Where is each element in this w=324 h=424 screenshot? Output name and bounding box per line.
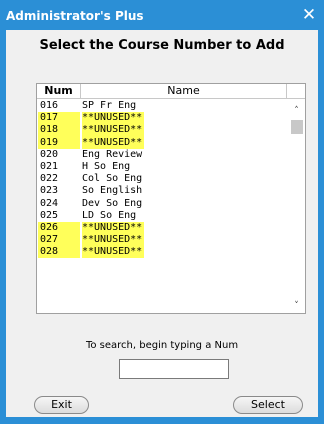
course-name: So English [82, 185, 143, 197]
window-title: Administrator's Plus [6, 9, 144, 23]
dialog-window: Administrator's Plus ✕ Select the Course… [0, 0, 324, 424]
select-button[interactable]: Select [233, 396, 303, 414]
scroll-up-icon[interactable]: ˄ [288, 104, 305, 118]
list-rows: 016 SP Fr Eng 017 **UNUSED** 018 **UNUSED** 01… [38, 100, 286, 314]
course-num: 018 [38, 124, 80, 137]
list-item[interactable]: 023 So English [38, 185, 286, 197]
course-num: 017 [38, 112, 80, 125]
list-item[interactable]: 018 **UNUSED** [38, 124, 286, 137]
exit-button-label: Exit [51, 398, 72, 411]
vertical-scrollbar[interactable]: ˄ ˅ [288, 100, 305, 313]
course-name: **UNUSED** [82, 221, 145, 235]
course-name: **UNUSED** [82, 246, 145, 259]
course-num: 016 [40, 100, 59, 111]
search-input[interactable] [119, 359, 229, 379]
list-item[interactable]: 022 Col So Eng [38, 173, 286, 185]
course-num: 022 [40, 173, 59, 185]
course-num: 026 [38, 221, 80, 235]
title-bar[interactable]: Administrator's Plus ✕ [0, 0, 324, 30]
list-item[interactable]: 017 **UNUSED** [38, 112, 286, 125]
list-item[interactable]: 024 Dev So Eng [38, 198, 286, 210]
course-name: Eng Review [82, 148, 143, 160]
course-num: 025 [40, 209, 59, 221]
column-header-name[interactable]: Name [81, 84, 287, 98]
course-name: **UNUSED** [82, 124, 145, 137]
course-name: Col So Eng [82, 173, 143, 185]
scroll-thumb[interactable] [291, 120, 303, 134]
course-name: LD So Eng [82, 209, 137, 221]
dialog-heading: Select the Course Number to Add [39, 38, 285, 53]
list-item[interactable]: 025 LD So Eng [38, 210, 286, 222]
list-item[interactable]: 026 **UNUSED** [38, 221, 286, 235]
course-num: 021 [40, 160, 59, 172]
course-num: 028 [38, 246, 80, 259]
course-num: 024 [40, 197, 59, 209]
list-item[interactable]: 021 H So Eng [38, 161, 286, 173]
list-header: Num Name [37, 84, 305, 99]
search-label: To search, begin typing a Num [85, 340, 239, 351]
course-name: SP Fr Eng [82, 100, 137, 111]
course-name: **UNUSED** [82, 136, 145, 149]
course-list[interactable]: Num Name 016 SP Fr Eng 017 **UNUSED** 018 **U… [36, 83, 306, 314]
course-name: **UNUSED** [82, 234, 145, 247]
course-num: 019 [38, 136, 80, 149]
course-num: 023 [40, 185, 59, 197]
exit-button[interactable]: Exit [34, 396, 89, 414]
course-name: **UNUSED** [82, 112, 145, 125]
close-icon[interactable]: ✕ [300, 6, 318, 24]
list-item[interactable]: 016 SP Fr Eng [38, 100, 286, 112]
scroll-down-icon[interactable]: ˅ [288, 299, 305, 313]
column-header-num[interactable]: Num [37, 84, 81, 98]
list-item[interactable]: 027 **UNUSED** [38, 234, 286, 247]
dialog-client: Select the Course Number to Add Num Name… [6, 30, 318, 417]
list-item[interactable]: 019 **UNUSED** [38, 136, 286, 149]
list-item[interactable]: 020 Eng Review [38, 149, 286, 161]
course-num: 020 [40, 148, 59, 160]
select-button-label: Select [251, 398, 285, 411]
list-item[interactable]: 028 **UNUSED** [38, 246, 286, 259]
course-num: 027 [38, 234, 80, 247]
course-name: Dev So Eng [82, 197, 143, 209]
course-name: H So Eng [82, 160, 131, 172]
